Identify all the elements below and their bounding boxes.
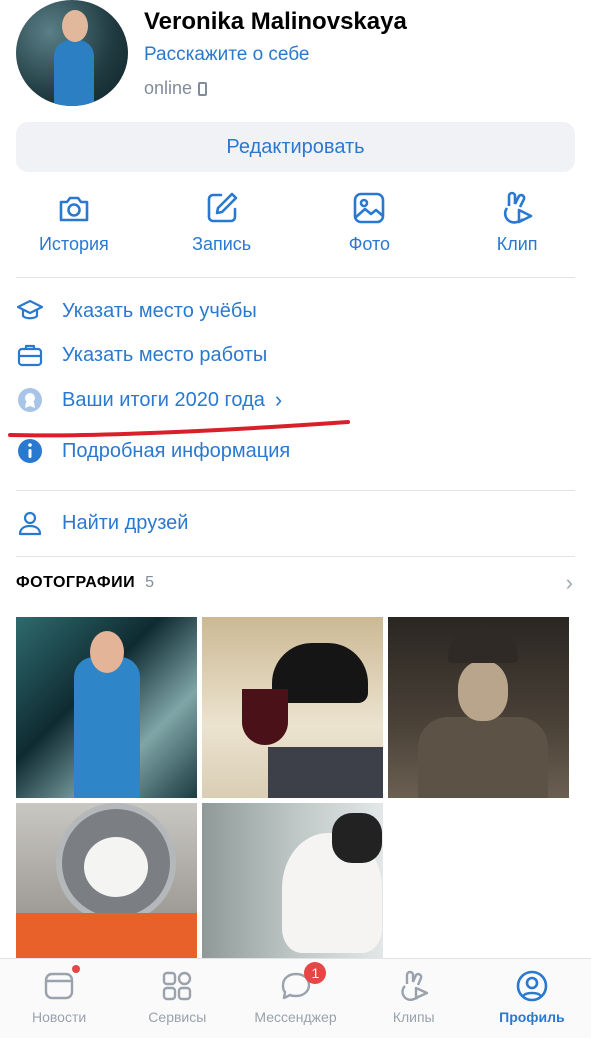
photo-thumbnail[interactable] <box>16 617 197 798</box>
photos-count: 5 <box>145 574 154 591</box>
tab-news-label: Новости <box>32 1009 87 1025</box>
clip-icon <box>504 191 533 224</box>
photo-icon <box>354 192 385 224</box>
tab-profile-label: Профиль <box>499 1009 565 1025</box>
info-row-details[interactable]: Подробная информация <box>16 437 290 465</box>
divider <box>16 277 575 278</box>
action-story[interactable]: История <box>0 190 148 270</box>
divider <box>16 490 575 491</box>
action-clip[interactable]: Клип <box>443 190 591 270</box>
info-row-work-label: Указать место работы <box>62 343 268 366</box>
action-photo[interactable]: Фото <box>296 190 444 270</box>
tab-messenger-label: Мессенджер <box>254 1009 337 1025</box>
camera-icon <box>59 196 89 222</box>
tab-messenger[interactable]: 1 Мессенджер <box>236 959 354 1038</box>
tab-profile[interactable]: Профиль <box>473 959 591 1038</box>
photos-section-header[interactable]: ФОТОГРАФИИ 5 <box>16 574 154 592</box>
tab-clips[interactable]: Клипы <box>355 959 473 1038</box>
photo-thumbnail[interactable] <box>16 803 197 958</box>
edit-button[interactable]: Редактировать <box>16 122 575 172</box>
photo-thumbnail[interactable] <box>202 803 383 958</box>
info-row-education-label: Указать место учёбы <box>62 299 257 322</box>
tab-services-label: Сервисы <box>148 1009 207 1025</box>
info-row-find-friends-label: Найти друзей <box>62 511 189 534</box>
unread-badge: 1 <box>304 962 327 984</box>
action-clip-label: Клип <box>496 234 538 254</box>
user-icon <box>18 511 42 536</box>
services-icon <box>163 971 192 1001</box>
status-text: online <box>144 78 193 98</box>
clips-icon <box>401 970 428 1001</box>
photo-thumbnail[interactable] <box>388 617 569 798</box>
briefcase-icon <box>17 344 43 367</box>
profile-icon <box>516 970 548 1002</box>
tab-services[interactable]: Сервисы <box>118 959 236 1038</box>
action-post[interactable]: Запись <box>148 190 296 270</box>
divider <box>16 556 575 557</box>
info-row-education[interactable]: Указать место учёбы <box>16 297 257 325</box>
education-icon <box>16 299 44 320</box>
online-status: online <box>144 78 208 99</box>
action-post-label: Запись <box>192 234 252 254</box>
bottom-tab-bar: Новости Сервисы 1 Мессенджер Клипы Профи… <box>0 958 591 1038</box>
info-row-find-friends[interactable]: Найти друзей <box>16 509 188 537</box>
profile-header: Veronika Malinovskaya Расскажите о себе … <box>0 0 591 112</box>
action-photo-label: Фото <box>348 234 391 254</box>
notification-dot <box>72 965 80 973</box>
tab-news[interactable]: Новости <box>0 959 118 1038</box>
quick-actions: История Запись Фото Клип <box>0 190 591 270</box>
chevron-right-icon[interactable]: › <box>566 570 573 596</box>
about-link[interactable]: Расскажите о себе <box>144 44 310 66</box>
avatar[interactable] <box>16 0 128 106</box>
edit-icon <box>207 192 237 223</box>
tab-clips-label: Клипы <box>392 1009 435 1025</box>
profile-name: Veronika Malinovskaya <box>144 8 407 35</box>
info-row-details-label: Подробная информация <box>62 439 291 462</box>
info-icon <box>18 439 42 463</box>
info-row-work[interactable]: Указать место работы <box>16 341 267 369</box>
mobile-icon <box>198 81 208 96</box>
photos-title: ФОТОГРАФИИ <box>16 574 136 591</box>
news-icon <box>44 972 74 1000</box>
photo-thumbnail[interactable] <box>202 617 383 798</box>
action-story-label: История <box>38 234 109 254</box>
